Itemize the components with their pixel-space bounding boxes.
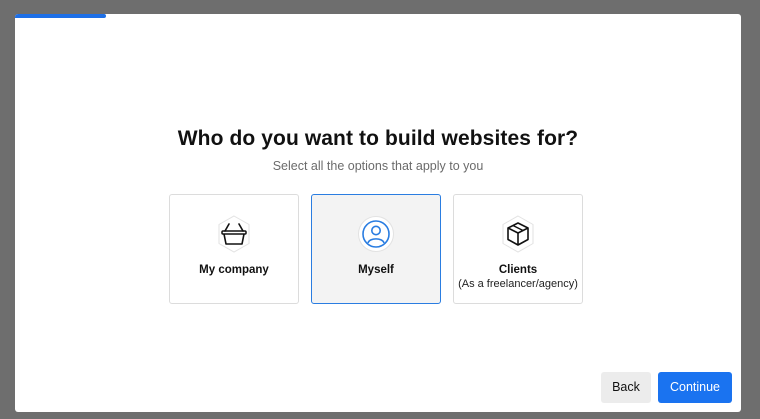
page-title: Who do you want to build websites for? bbox=[177, 127, 579, 150]
basket-icon bbox=[215, 215, 253, 253]
audience-options: My company Myself Clients (As a freelanc… bbox=[169, 194, 583, 304]
option-sublabel: (As a freelancer/agency) bbox=[458, 278, 578, 290]
option-card-my-company[interactable]: My company bbox=[169, 194, 299, 304]
onboarding-modal: Who do you want to build websites for? S… bbox=[15, 14, 741, 412]
back-button[interactable]: Back bbox=[601, 372, 651, 403]
option-label: My company bbox=[199, 264, 269, 276]
user-icon bbox=[357, 215, 395, 253]
option-card-clients[interactable]: Clients (As a freelancer/agency) bbox=[453, 194, 583, 304]
continue-button[interactable]: Continue bbox=[658, 372, 732, 403]
option-card-myself[interactable]: Myself bbox=[311, 194, 441, 304]
option-label: Myself bbox=[358, 264, 394, 276]
progress-bar bbox=[15, 14, 741, 18]
page-subtitle: Select all the options that apply to you bbox=[272, 159, 484, 173]
option-label: Clients bbox=[498, 264, 538, 276]
box-icon bbox=[499, 215, 537, 253]
progress-bar-fill bbox=[15, 14, 106, 18]
